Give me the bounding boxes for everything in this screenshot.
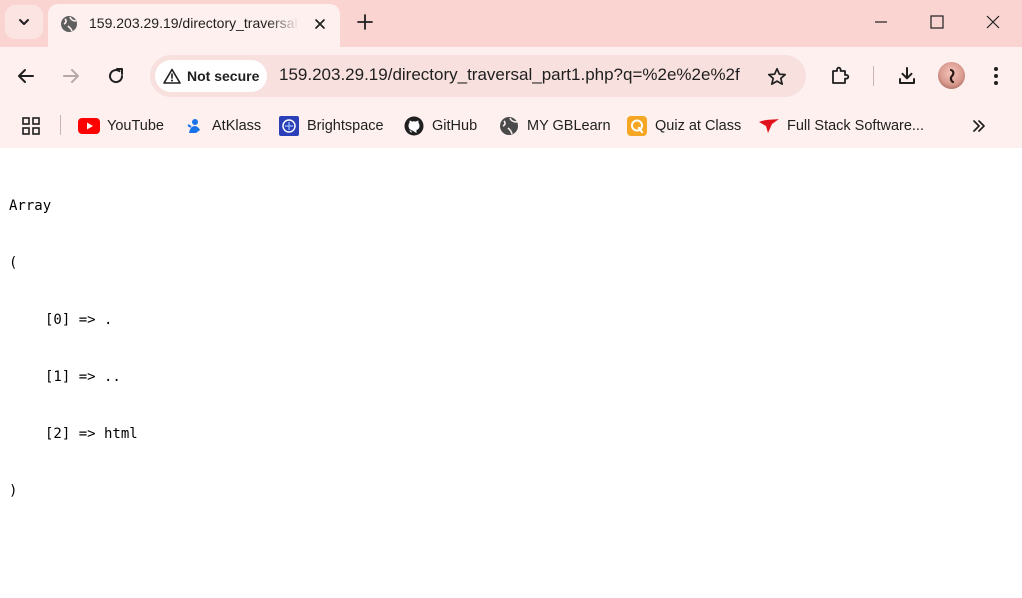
address-bar[interactable]: Not secure 159.203.29.19/directory_trave…: [150, 55, 806, 97]
bookmark-label: Brightspace: [307, 118, 384, 134]
bookmark-atklass[interactable]: AtKlass: [183, 111, 261, 141]
browser-toolbar: Not secure 159.203.29.19/directory_trave…: [0, 47, 1022, 104]
bookmarks-bar: YouTube AtKlass Brightspace GitHub MY GB…: [0, 104, 1022, 148]
bookmark-full-stack-software[interactable]: Full Stack Software...: [758, 111, 924, 141]
array-item: [2] => html: [45, 426, 138, 442]
bookmark-quiz-at-class[interactable]: Quiz at Class: [626, 111, 741, 141]
close-tab-button[interactable]: [310, 14, 330, 34]
youtube-icon: [78, 115, 100, 137]
close-icon: [986, 15, 1000, 29]
github-icon: [403, 115, 425, 137]
php-array-output: Array ( [0] => . [1] => .. [2] => html ): [9, 159, 138, 539]
atklass-icon: [183, 115, 205, 137]
bookmark-star-button[interactable]: [762, 62, 792, 92]
star-icon: [767, 67, 787, 86]
profile-icon: [949, 68, 954, 83]
download-icon: [899, 67, 915, 84]
arrow-left-icon: [18, 69, 34, 83]
chevron-down-icon: [19, 19, 29, 25]
brightspace-icon: [278, 115, 300, 137]
bookmark-label: YouTube: [107, 118, 164, 134]
bookmark-label: Full Stack Software...: [787, 118, 924, 134]
tab-strip: 159.203.29.19/directory_traversal_part1.…: [0, 0, 1022, 47]
bookmark-label: MY GBLearn: [527, 118, 611, 134]
reload-icon: [109, 68, 124, 84]
profile-avatar[interactable]: [938, 62, 965, 89]
tab-search-button[interactable]: [5, 5, 43, 39]
close-window-button[interactable]: [964, 0, 1022, 44]
more-vertical-icon: [994, 67, 998, 85]
array-item: [0] => .: [45, 312, 113, 328]
array-header: Array: [9, 198, 52, 214]
minimize-icon: [875, 21, 887, 23]
page-content: Array ( [0] => . [1] => .. [2] => html ): [0, 148, 1022, 598]
bookmark-label: AtKlass: [212, 118, 262, 134]
arrow-right-icon: [63, 69, 79, 83]
forward-button[interactable]: [55, 60, 87, 92]
globe-icon: [498, 115, 520, 137]
quiz-icon: [626, 115, 648, 137]
bookmark-my-gblearn[interactable]: MY GBLearn: [498, 111, 611, 141]
bookmark-brightspace[interactable]: Brightspace: [278, 111, 384, 141]
active-tab[interactable]: 159.203.29.19/directory_traversal_part1.…: [48, 4, 340, 47]
toolbar-divider: [873, 66, 874, 86]
minimize-button[interactable]: [852, 0, 910, 44]
security-chip[interactable]: Not secure: [155, 60, 267, 92]
bookmark-youtube[interactable]: YouTube: [78, 111, 164, 141]
array-close-paren: ): [9, 483, 18, 499]
array-item: [1] => ..: [45, 369, 121, 385]
bookmarks-divider: [60, 115, 61, 135]
maximize-icon: [930, 15, 944, 29]
extensions-button[interactable]: [824, 60, 856, 92]
downloads-button[interactable]: [891, 60, 923, 92]
close-icon: [315, 19, 325, 29]
maximize-button[interactable]: [908, 0, 966, 44]
warning-icon: [163, 68, 181, 84]
security-label: Not secure: [187, 68, 260, 84]
fullstack-icon: [758, 115, 780, 137]
back-button[interactable]: [10, 60, 42, 92]
apps-button[interactable]: [18, 113, 44, 139]
globe-icon: [61, 16, 77, 32]
reload-button[interactable]: [100, 60, 132, 92]
puzzle-icon: [832, 66, 850, 84]
new-tab-button[interactable]: [352, 9, 378, 35]
plus-icon: [357, 14, 373, 30]
bookmark-label: GitHub: [432, 118, 478, 134]
apps-grid-icon: [22, 117, 40, 135]
bookmark-github[interactable]: GitHub: [403, 111, 477, 141]
array-open-paren: (: [9, 255, 18, 271]
bookmark-label: Quiz at Class: [655, 118, 742, 134]
chevron-double-right-icon: [973, 120, 985, 132]
more-bookmarks-button[interactable]: [966, 113, 992, 139]
url-text[interactable]: 159.203.29.19/directory_traversal_part1.…: [279, 65, 749, 87]
tab-title: 159.203.29.19/directory_traversal_part1.…: [89, 15, 299, 31]
menu-button[interactable]: [980, 60, 1012, 92]
